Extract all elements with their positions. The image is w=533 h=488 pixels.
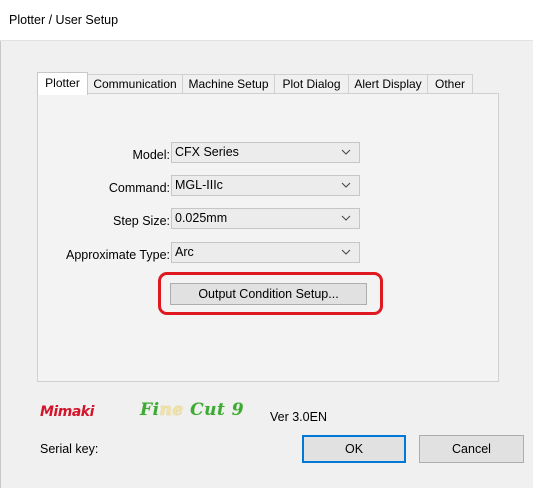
- mimaki-logo: Mimaki: [40, 404, 94, 420]
- command-value: MGL-IIIc: [175, 178, 223, 192]
- model-label: Model:: [132, 148, 170, 162]
- highlight-outline: [158, 272, 383, 315]
- version-label: Ver 3.0EN: [270, 410, 327, 424]
- tab-other[interactable]: Other: [427, 74, 473, 93]
- command-label: Command:: [108, 181, 170, 195]
- approximate-type-select[interactable]: Arc: [171, 242, 360, 263]
- window-border: [0, 0, 1, 488]
- finecut-logo: Fine Cut 9: [140, 400, 244, 420]
- chevron-down-icon: [341, 211, 351, 225]
- cancel-button[interactable]: Cancel: [419, 435, 524, 463]
- tab-communication[interactable]: Communication: [87, 74, 183, 93]
- command-select[interactable]: MGL-IIIc: [171, 175, 360, 196]
- chevron-down-icon: [341, 178, 351, 192]
- chevron-down-icon: [341, 145, 351, 159]
- window-title: Plotter / User Setup: [9, 13, 119, 27]
- finecut-logo-part-1: Fi: [140, 400, 160, 420]
- chevron-down-icon: [341, 245, 351, 259]
- tab-alert-display[interactable]: Alert Display: [348, 74, 428, 93]
- model-select[interactable]: CFX Series: [171, 142, 360, 163]
- tab-plot-dialog[interactable]: Plot Dialog: [274, 74, 349, 93]
- model-value: CFX Series: [175, 145, 239, 159]
- title-bar[interactable]: Plotter / User Setup: [0, 0, 533, 41]
- tab-machine-setup[interactable]: Machine Setup: [182, 74, 275, 93]
- step-size-value: 0.025mm: [175, 211, 228, 225]
- serial-key-label: Serial key:: [40, 442, 99, 456]
- step-size-label: Step Size:: [113, 214, 170, 228]
- ok-button[interactable]: OK: [302, 435, 406, 463]
- approximate-type-value: Arc: [175, 245, 194, 259]
- plotter-tab-panel: [37, 93, 499, 382]
- tab-plotter[interactable]: Plotter: [37, 72, 88, 95]
- finecut-logo-part-3: Cut 9: [183, 400, 245, 420]
- step-size-select[interactable]: 0.025mm: [171, 208, 360, 229]
- approximate-type-label: Approximate Type:: [66, 248, 170, 262]
- panel-body: [38, 94, 498, 381]
- finecut-logo-part-2: ne: [159, 400, 184, 420]
